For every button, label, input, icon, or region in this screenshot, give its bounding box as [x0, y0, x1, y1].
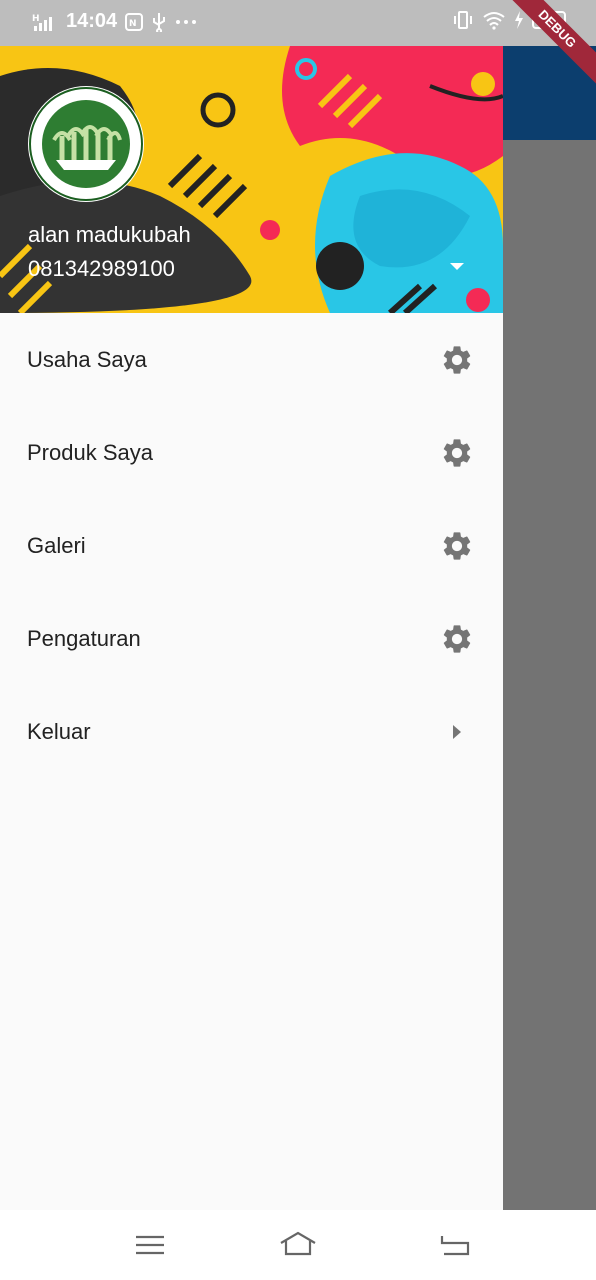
menu-icon[interactable] [130, 1230, 170, 1260]
wifi-icon [483, 12, 505, 30]
menu-item-galeri[interactable]: Galeri [0, 499, 503, 592]
menu-item-label: Galeri [27, 532, 86, 558]
gear-icon [443, 438, 471, 467]
app-notification-icon: N [125, 12, 144, 31]
svg-text:H: H [32, 14, 40, 24]
navigation-drawer: alan madukubah 081342989100 Usaha Saya P… [0, 46, 503, 1210]
svg-text:N: N [129, 19, 137, 29]
clock: 14:04 [66, 10, 118, 32]
drawer-header[interactable]: alan madukubah 081342989100 [0, 46, 503, 313]
back-icon[interactable] [434, 1230, 474, 1260]
menu-item-label: Pengaturan [27, 625, 141, 651]
status-bar: H 14:04 N 74 [0, 0, 596, 46]
system-navigation-bar [0, 1210, 596, 1280]
menu-item-produk-saya[interactable]: Produk Saya [0, 406, 503, 499]
school-logo [29, 87, 143, 201]
arrow-right-icon [453, 724, 461, 739]
menu-item-usaha-saya[interactable]: Usaha Saya [0, 313, 503, 406]
gear-icon [443, 531, 471, 560]
home-icon[interactable] [278, 1230, 318, 1260]
avatar[interactable] [28, 86, 144, 202]
menu-item-label: Usaha Saya [27, 346, 147, 372]
menu-item-keluar[interactable]: Keluar [0, 685, 503, 778]
vibrate-icon [454, 11, 472, 29]
menu-item-label: Produk Saya [27, 439, 153, 465]
gear-icon [443, 345, 471, 374]
menu-item-label: Keluar [27, 718, 91, 744]
more-icon [176, 19, 197, 24]
drawer-menu: Usaha Saya Produk Saya Galeri Pengaturan… [0, 313, 503, 778]
charging-icon [515, 11, 523, 29]
menu-item-pengaturan[interactable]: Pengaturan [0, 592, 503, 685]
user-phone: 081342989100 [28, 256, 175, 281]
signal-icon: H [32, 14, 52, 31]
dropdown-arrow-icon[interactable] [446, 258, 468, 274]
usb-icon [153, 12, 166, 32]
user-name: alan madukubah [28, 222, 191, 247]
gear-icon [443, 624, 471, 653]
